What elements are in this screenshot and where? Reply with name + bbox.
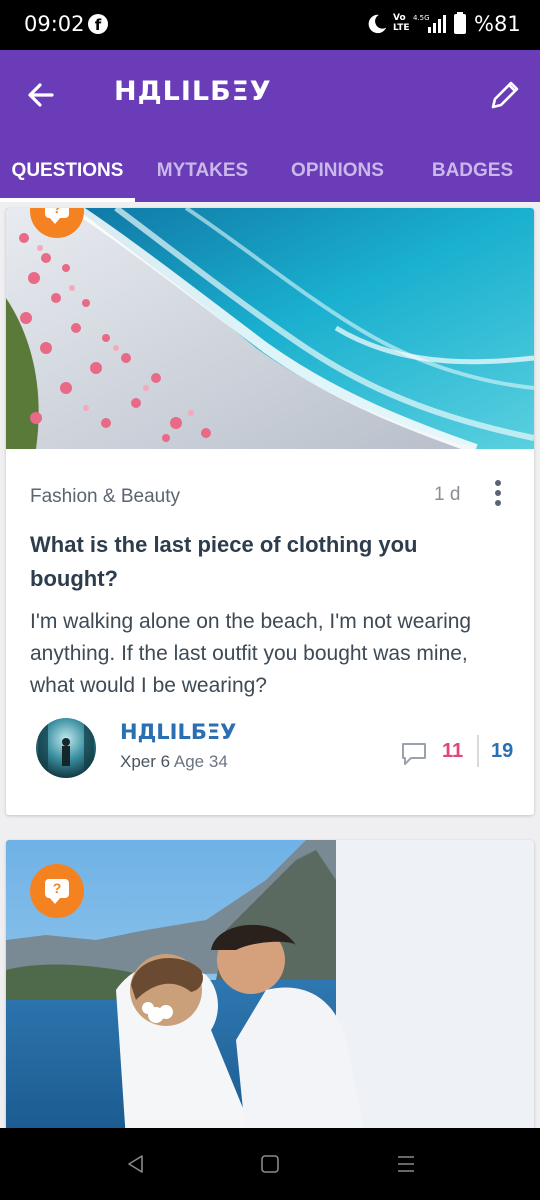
- question-body[interactable]: I'm walking alone on the beach, I'm not …: [30, 606, 516, 702]
- nav-back-icon[interactable]: [124, 1152, 148, 1176]
- post-age: 1 d: [434, 484, 461, 505]
- tab-opinions[interactable]: OPINIONS: [270, 148, 405, 202]
- question-bubble-icon: ?: [45, 208, 69, 224]
- signal-icon: [428, 15, 446, 33]
- tab-badges[interactable]: BADGES: [405, 148, 540, 202]
- profile-tabs: QUESTIONS MYTAKES OPINIONS BADGES: [0, 148, 540, 202]
- tab-mytakes[interactable]: MYTAKES: [135, 148, 270, 202]
- comment-count[interactable]: 11: [442, 740, 463, 763]
- profile-title: НДLILБΞУ: [114, 76, 272, 107]
- question-card[interactable]: ? Fashion & Beauty 1 d What is the last …: [6, 208, 534, 815]
- battery-icon: [454, 12, 466, 34]
- more-vert-icon[interactable]: [486, 476, 510, 512]
- system-nav-bar: [0, 1128, 540, 1200]
- pencil-icon[interactable]: [482, 72, 528, 118]
- active-tab-indicator: [0, 198, 135, 202]
- comment-icon[interactable]: [400, 741, 428, 767]
- author-age: Age 34: [173, 752, 228, 771]
- tab-questions[interactable]: QUESTIONS: [0, 148, 135, 202]
- status-time: 09:02: [24, 12, 85, 36]
- battery-level: %81: [474, 12, 521, 36]
- author-name[interactable]: НДLILБΞУ: [120, 720, 236, 744]
- author-rank: Xper 6 Age 34: [120, 752, 228, 771]
- volte-indicator: Vo LTE: [393, 13, 410, 33]
- status-bar: 09:02 f Vo LTE 4.5G %81: [0, 0, 540, 50]
- back-arrow-icon[interactable]: [18, 72, 64, 118]
- nav-recent-icon[interactable]: [394, 1152, 418, 1176]
- avatar[interactable]: [36, 718, 96, 778]
- couple-image[interactable]: [6, 840, 534, 1140]
- nav-home-icon[interactable]: [258, 1152, 282, 1176]
- beach-image[interactable]: [6, 208, 534, 449]
- question-type-badge: ?: [30, 864, 84, 918]
- stats-divider: [477, 735, 479, 767]
- post-category[interactable]: Fashion & Beauty: [30, 486, 180, 508]
- question-title[interactable]: What is the last piece of clothing you b…: [30, 528, 510, 596]
- question-bubble-icon: ?: [45, 879, 69, 904]
- question-card[interactable]: ?: [6, 840, 534, 1140]
- app-bar: НДLILБΞУ QUESTIONS MYTAKES OPINIONS BADG…: [0, 50, 540, 202]
- moon-icon: [368, 14, 387, 34]
- opinion-count[interactable]: 19: [491, 740, 513, 763]
- facebook-icon: f: [88, 14, 108, 34]
